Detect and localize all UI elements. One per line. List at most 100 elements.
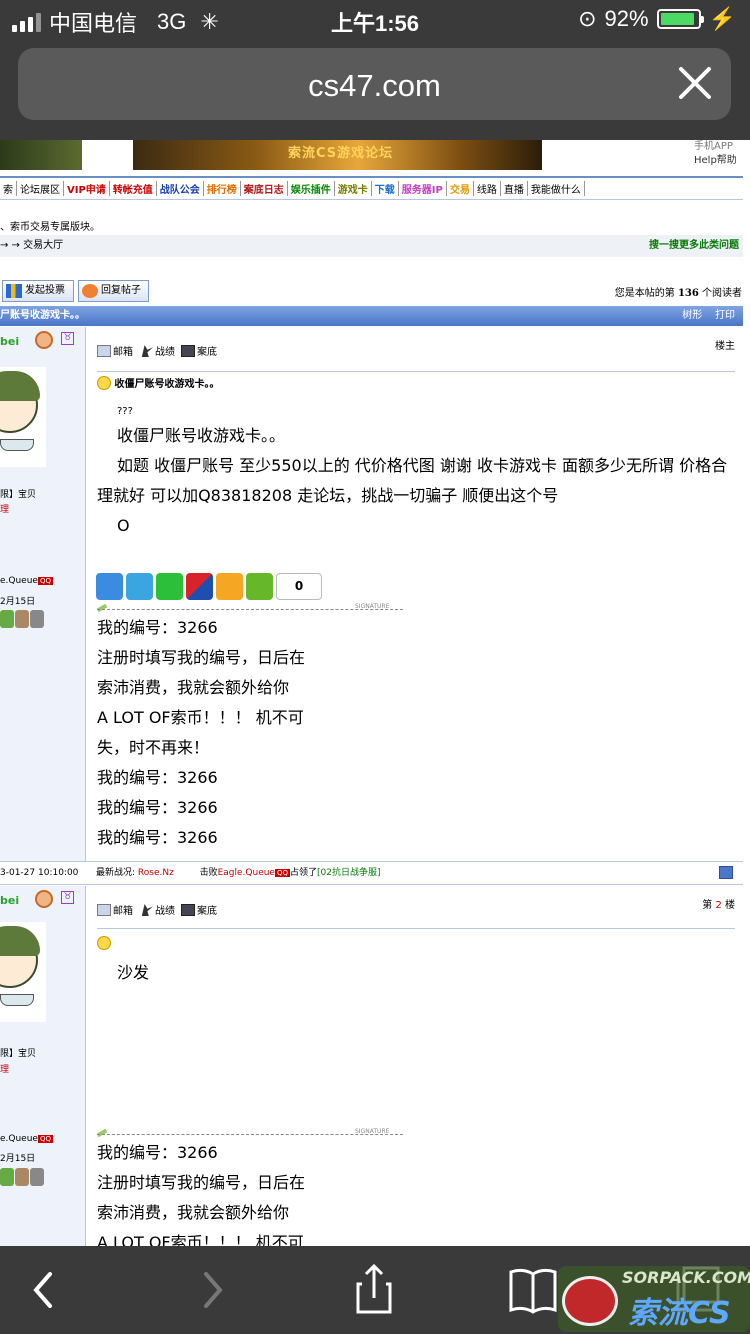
author-rank: 限】宝贝: [0, 1049, 37, 1059]
search-more-link[interactable]: 搜一搜更多此类问题: [649, 235, 739, 257]
back-icon[interactable]: [14, 1260, 74, 1320]
floor-label: 楼主: [715, 341, 735, 352]
winner-link[interactable]: Rose.Nz: [138, 868, 174, 878]
author-name[interactable]: bei: [0, 335, 19, 348]
close-icon[interactable]: [677, 65, 713, 101]
nav-item[interactable]: 我能做什么: [528, 181, 585, 196]
signature: 我的编号：3266 注册时填写我的编号，日后在 索沛消费，我就会额外给你 A LOT …: [97, 613, 305, 853]
share-bar: 0: [96, 573, 322, 600]
battery-percent: 92%: [604, 6, 649, 31]
author-name[interactable]: bei: [0, 894, 19, 907]
address-bar[interactable]: cs47.com: [18, 48, 731, 120]
thread-title-bar: 尸账号收游戏卡。。 树形 打印: [0, 306, 743, 326]
team-badge-icon: QQ: [274, 869, 291, 877]
loser-link[interactable]: Eagle.Queue: [218, 868, 275, 878]
post-marks: ???: [117, 406, 133, 417]
nav-item[interactable]: 娱乐插件: [288, 181, 335, 196]
record-button[interactable]: 案底: [181, 343, 217, 358]
monitor-icon: [181, 345, 195, 357]
pencil-icon: [96, 603, 108, 613]
nav-item[interactable]: 游戏卡: [335, 181, 372, 196]
post-line-2: 如题 收僵尸账号 至少550以上的 代价格代图 谢谢 收卡游戏卡 面额多少无所谓…: [97, 456, 728, 505]
thread-title: 尸账号收游戏卡。。: [0, 310, 85, 321]
action-row: 发起投票 回复帖子 您是本帖的第 136 个阅读者: [0, 280, 743, 302]
banner-left-image: [0, 140, 82, 170]
signature-line: 我的编号：3266: [97, 1143, 218, 1162]
nav-item[interactable]: 服务器IP: [399, 181, 447, 196]
stats-button[interactable]: 战绩: [139, 902, 175, 917]
battery-icon: [656, 9, 704, 29]
mail-button[interactable]: 邮箱: [97, 902, 133, 917]
nav-item[interactable]: 下载: [372, 181, 399, 196]
share-icon[interactable]: [344, 1260, 404, 1320]
url-text[interactable]: cs47.com: [18, 68, 731, 104]
floor-label: 第 2 楼: [702, 900, 735, 911]
banner-right-links: 手机APP Help帮助: [694, 140, 737, 168]
breadcrumb-path[interactable]: → → 交易大厅: [0, 240, 63, 251]
author-role: 理: [0, 1065, 10, 1075]
post-1: bei ♉ 限】宝贝 理 e.Queue QQ 2月15日 邮箱 战绩 案底 楼主: [0, 327, 743, 864]
qq-icon[interactable]: [126, 573, 153, 600]
record-button[interactable]: 案底: [181, 902, 217, 917]
stats-button[interactable]: 战绩: [139, 343, 175, 358]
rank-avatar-icon: [35, 331, 53, 349]
author-avatar[interactable]: [0, 922, 46, 1022]
nav-item[interactable]: VIP申请: [64, 181, 110, 196]
share-more-icon[interactable]: [246, 573, 273, 600]
post-subject: 收僵尸账号收游戏卡。。: [97, 375, 219, 390]
site-watermark: SORPACK.COM 索流CS: [558, 1266, 750, 1332]
signature-line: 索沛消费，我就会额外给你: [97, 1203, 290, 1222]
board-notice: 、索币交易专属版块。: [0, 222, 100, 233]
nav-item[interactable]: 论坛展区: [17, 181, 64, 196]
post-line-1: 沙发: [117, 963, 150, 982]
signature-line: 我的编号：3266: [97, 768, 218, 787]
banner-image[interactable]: 索流CS游戏论坛: [133, 140, 542, 170]
watermark-domain: SORPACK.COM: [622, 1268, 750, 1287]
nav-item[interactable]: 战队公会: [157, 181, 204, 196]
mobile-app-link[interactable]: 手机APP: [694, 140, 737, 154]
post-author-panel: bei ♉ 限】宝贝 理 e.Queue QQ 2月15日: [0, 327, 86, 863]
signature-line: A LOT OF索币！！！ 机不可: [97, 708, 304, 727]
nav-item[interactable]: 转帐充值: [110, 181, 157, 196]
print-link[interactable]: 打印: [715, 310, 735, 321]
help-link[interactable]: Help帮助: [694, 154, 737, 168]
bookmarks-icon[interactable]: [503, 1260, 563, 1320]
author-medals: [0, 1168, 50, 1188]
pencil-icon: [96, 1128, 108, 1138]
author-medals: [0, 610, 50, 630]
nav-item[interactable]: 案底日志: [241, 181, 288, 196]
post-tools: 邮箱 战绩 案底: [97, 902, 217, 917]
site-banner: 索流CS游戏论坛 手机APP Help帮助: [0, 140, 750, 172]
browser-top-bar: cs47.com: [0, 40, 750, 140]
nav-item[interactable]: 交易: [447, 181, 474, 196]
nav-item[interactable]: 直播: [501, 181, 528, 196]
post-content: 沙发: [97, 958, 737, 988]
medal-icon: [30, 610, 44, 628]
post-date: 3-01-27 10:10:00: [0, 868, 79, 878]
author-team[interactable]: e.Queue QQ: [0, 1134, 53, 1144]
soldier-icon: [141, 345, 153, 357]
author-avatar[interactable]: [0, 367, 46, 467]
server-link[interactable]: [02抗日战争服]: [317, 868, 380, 878]
reader-count: 您是本帖的第 136 个阅读者: [614, 288, 742, 299]
mail-button[interactable]: 邮箱: [97, 343, 133, 358]
renren-icon[interactable]: [186, 573, 213, 600]
forward-icon[interactable]: [182, 1260, 242, 1320]
tree-view-link[interactable]: 树形: [682, 310, 702, 321]
nav-item[interactable]: 线路: [474, 181, 501, 196]
wechat-icon[interactable]: [156, 573, 183, 600]
qzone-star-icon[interactable]: [96, 573, 123, 600]
new-poll-button[interactable]: 发起投票: [2, 280, 74, 302]
team-badge-icon: QQ: [37, 1135, 53, 1143]
author-team[interactable]: e.Queue QQ: [0, 576, 53, 586]
poll-chart-icon: [6, 284, 22, 298]
nav-item[interactable]: 排行榜: [204, 181, 241, 196]
reply-post-button[interactable]: 回复帖子: [78, 280, 149, 302]
back-to-top-icon[interactable]: [719, 866, 733, 879]
nav-item[interactable]: 索: [0, 181, 17, 196]
signature-line: 我的编号：3266: [97, 618, 218, 637]
post-2: bei ♉ 限】宝贝 理 e.Queue QQ 2月15日 邮箱 战绩 案底 第…: [0, 886, 743, 1246]
share-count: 0: [276, 573, 322, 600]
weibo-icon[interactable]: [216, 573, 243, 600]
reply-post-label: 回复帖子: [101, 285, 141, 296]
